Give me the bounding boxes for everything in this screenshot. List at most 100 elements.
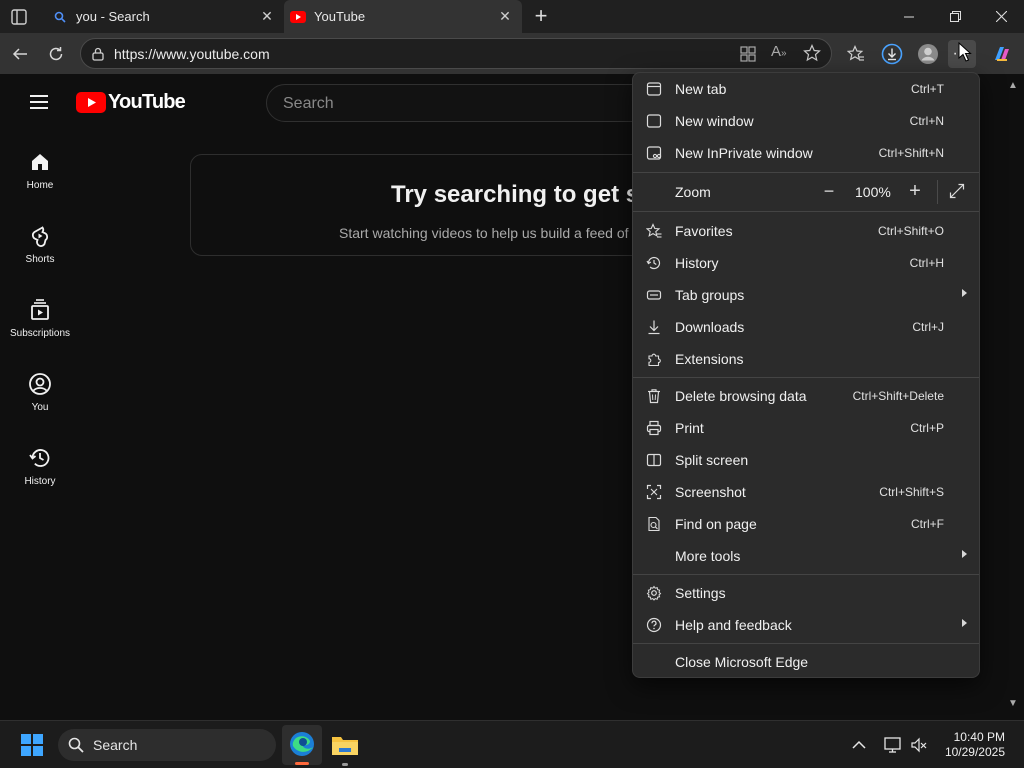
app-available-icon[interactable] [739, 45, 757, 63]
screenshot-icon [645, 483, 663, 501]
menu-item-delete-browsing-data[interactable]: Delete browsing data Ctrl+Shift+Delete [633, 380, 979, 412]
menu-item-find-on-page[interactable]: Find on page Ctrl+F [633, 508, 979, 540]
menu-divider [633, 377, 979, 378]
menu-item-label: Favorites [675, 223, 733, 239]
tab-youtube[interactable]: YouTube ✕ [284, 0, 522, 33]
youtube-logo[interactable]: YouTube [76, 91, 186, 113]
sidebar-item-subscriptions[interactable]: Subscriptions [4, 298, 76, 368]
system-clock[interactable]: 10:40 PM 10/29/2025 [945, 730, 1005, 760]
submenu-arrow-icon [962, 550, 967, 558]
menu-item-help-and-feedback[interactable]: Help and feedback [633, 609, 979, 641]
menu-item-shortcut: Ctrl+Shift+S [879, 485, 944, 499]
app-indicator [342, 763, 348, 766]
hamburger-menu-icon[interactable] [30, 94, 50, 110]
new-tab-icon [645, 80, 663, 98]
address-bar[interactable]: https://www.youtube.com A» [80, 38, 832, 69]
delete-icon [645, 387, 663, 405]
new-tab-icon[interactable]: + [531, 5, 551, 27]
menu-item-shortcut: Ctrl+Shift+O [877, 224, 944, 238]
menu-item-print[interactable]: Print Ctrl+P [633, 412, 979, 444]
empty-feed-subtitle: Start watching videos to help us build a… [339, 225, 629, 241]
sidebar-item-label: History [24, 476, 56, 487]
refresh-icon[interactable] [42, 40, 70, 68]
close-tab-icon[interactable]: ✕ [498, 9, 512, 23]
edge-taskbar-icon[interactable] [282, 725, 322, 765]
site-info-icon[interactable] [90, 46, 106, 62]
tab-title: YouTube [314, 9, 366, 24]
empty-feed-title: Try searching to get st [391, 181, 648, 208]
youtube-logo-icon [76, 91, 106, 113]
minimize-icon[interactable] [886, 0, 932, 33]
show-hidden-icons-icon[interactable] [852, 737, 868, 753]
network-icon[interactable] [884, 736, 902, 754]
menu-item-shortcut: Ctrl+T [911, 82, 944, 96]
menu-item-split-screen[interactable]: Split screen [633, 444, 979, 476]
sidebar-item-home[interactable]: Home [4, 150, 76, 220]
taskbar-search[interactable]: Search [58, 729, 276, 761]
menu-item-history[interactable]: History Ctrl+H [633, 247, 979, 279]
sidebar-item-history[interactable]: History [4, 446, 76, 516]
favorites-bar-icon[interactable] [842, 40, 870, 68]
menu-item-label: Screenshot [675, 484, 746, 500]
scroll-down-arrow-icon[interactable]: ▼ [1006, 698, 1020, 710]
sidebar-item-shorts[interactable]: Shorts [4, 224, 76, 294]
file-explorer-icon[interactable] [330, 729, 360, 766]
zoom-value: 100% [855, 184, 891, 200]
zoom-divider [937, 180, 938, 204]
taskbar-search-label: Search [93, 737, 138, 753]
menu-item-shortcut: Ctrl+N [909, 114, 944, 128]
restore-icon[interactable] [932, 0, 978, 33]
menu-item-tab-groups[interactable]: Tab groups [633, 279, 979, 311]
tab-actions-icon[interactable] [10, 8, 28, 26]
close-tab-icon[interactable]: ✕ [260, 9, 274, 23]
sidebar-item-you[interactable]: You [4, 372, 76, 442]
new-window-icon [645, 112, 663, 130]
history-icon [29, 449, 50, 467]
menu-item-settings[interactable]: Settings [633, 577, 979, 609]
menu-divider [633, 211, 979, 212]
profile-avatar-icon[interactable] [914, 40, 942, 68]
menu-divider [633, 643, 979, 644]
settings-and-more-menu: New tab Ctrl+T New window Ctrl+N New InP… [632, 72, 980, 678]
tab-title: you - Search [76, 9, 150, 24]
tab-search[interactable]: you - Search ✕ [46, 0, 284, 33]
shorts-icon [31, 226, 49, 247]
menu-item-label: Tab groups [675, 287, 745, 303]
menu-item-more-tools[interactable]: More tools [633, 540, 979, 572]
menu-item-extensions[interactable]: Extensions [633, 343, 979, 375]
search-favicon-icon [52, 9, 68, 25]
zoom-out-icon[interactable]: − [819, 182, 839, 202]
subscriptions-icon [31, 299, 49, 320]
menu-item-new-inprivate-window[interactable]: New InPrivate window Ctrl+Shift+N [633, 137, 979, 169]
submenu-arrow-icon [962, 289, 967, 297]
menu-item-new-tab[interactable]: New tab Ctrl+T [633, 73, 979, 105]
close-window-icon[interactable] [978, 0, 1024, 33]
windows-start-icon[interactable] [21, 734, 43, 756]
history-icon [645, 254, 663, 272]
zoom-in-icon[interactable]: + [905, 181, 925, 201]
menu-item-new-window[interactable]: New window Ctrl+N [633, 105, 979, 137]
scroll-up-arrow-icon[interactable]: ▲ [1006, 80, 1020, 92]
downloads-icon[interactable] [878, 40, 906, 68]
favorite-star-icon[interactable] [803, 44, 823, 64]
favorites-icon [645, 222, 663, 240]
title-bar: you - Search ✕ YouTube ✕ + [0, 0, 1024, 33]
read-aloud-icon[interactable]: A» [771, 43, 791, 63]
menu-divider [633, 172, 979, 173]
volume-muted-icon[interactable] [910, 736, 928, 754]
menu-item-label: New window [675, 113, 754, 129]
menu-item-shortcut: Ctrl+J [912, 320, 944, 334]
menu-item-label: Print [675, 420, 704, 436]
url-text: https://www.youtube.com [114, 46, 270, 62]
menu-item-favorites[interactable]: Favorites Ctrl+Shift+O [633, 215, 979, 247]
menu-item-screenshot[interactable]: Screenshot Ctrl+Shift+S [633, 476, 979, 508]
menu-item-close-microsoft-edge[interactable]: Close Microsoft Edge [633, 646, 979, 678]
find-icon [645, 515, 663, 533]
address-toolbar: https://www.youtube.com A» ··· [0, 33, 1024, 74]
menu-item-downloads[interactable]: Downloads Ctrl+J [633, 311, 979, 343]
fullscreen-icon[interactable] [949, 183, 967, 201]
youtube-search-input[interactable]: Search [266, 84, 686, 122]
home-icon [32, 154, 48, 170]
copilot-icon[interactable] [988, 40, 1016, 68]
back-icon[interactable] [6, 40, 34, 68]
